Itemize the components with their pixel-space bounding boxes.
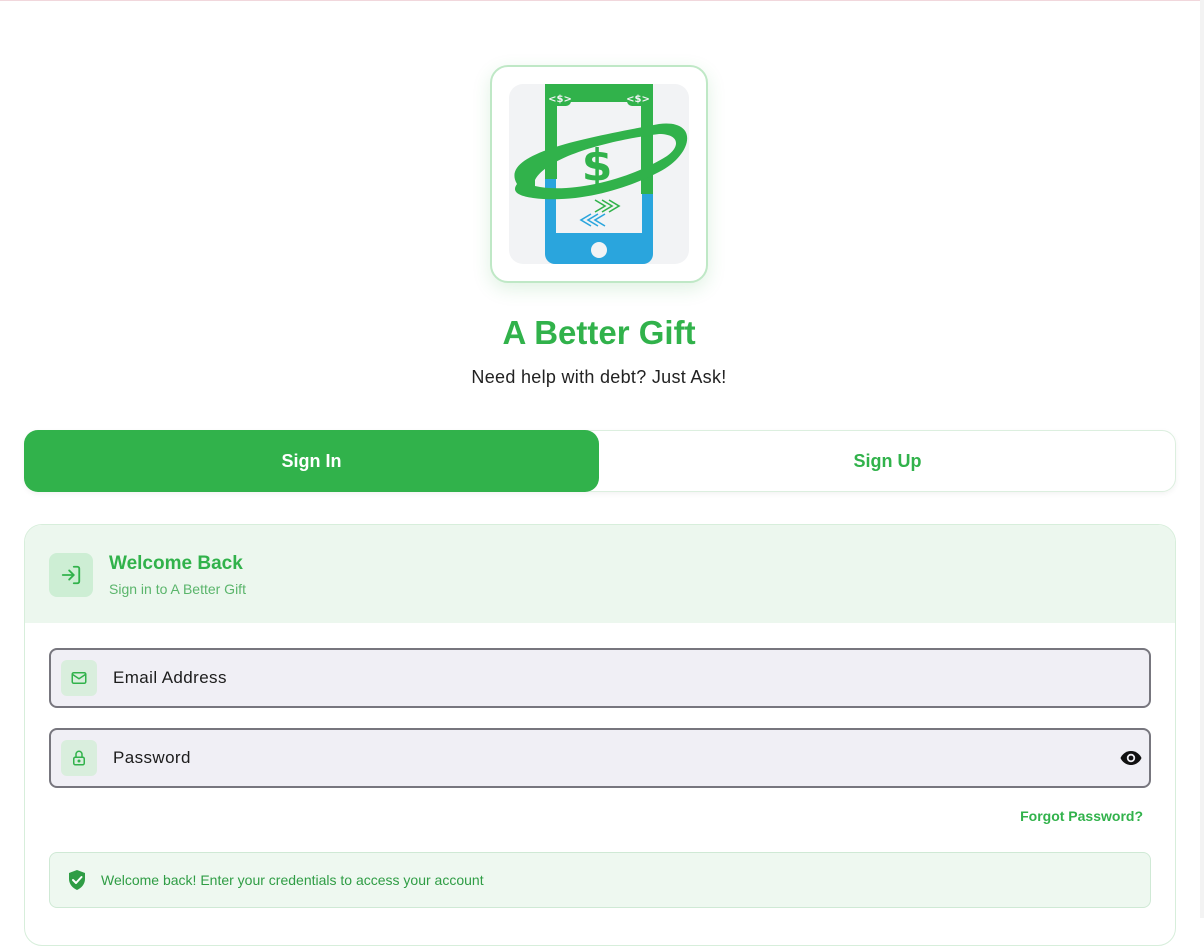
app-tagline: Need help with debt? Just Ask!	[471, 367, 727, 387]
lock-icon	[61, 740, 97, 776]
login-icon	[49, 553, 93, 597]
email-input[interactable]	[113, 650, 1073, 706]
info-text: Welcome back! Enter your credentials to …	[101, 872, 484, 888]
password-input[interactable]	[113, 730, 1073, 786]
email-field	[49, 648, 1151, 708]
password-field	[49, 728, 1151, 788]
mail-icon	[61, 660, 97, 696]
eye-icon[interactable]	[1119, 746, 1143, 770]
app-logo-card: <$> <$> $	[490, 65, 708, 283]
card-subtitle: Sign in to A Better Gift	[109, 581, 246, 597]
phone-money-logo-icon: <$> <$> $	[514, 84, 688, 264]
top-border	[0, 0, 1204, 1]
shield-check-icon	[69, 870, 85, 890]
svg-text:<$>: <$>	[626, 94, 650, 105]
svg-text:<$>: <$>	[548, 94, 572, 105]
app-logo: <$> <$> $	[509, 84, 689, 264]
app-title: A Better Gift	[502, 314, 696, 351]
sign-in-card: Welcome Back Sign in to A Better Gift Em…	[24, 524, 1176, 946]
card-title: Welcome Back	[109, 553, 243, 574]
info-message: Welcome back! Enter your credentials to …	[49, 852, 1151, 908]
scrollbar[interactable]	[1200, 0, 1204, 918]
forgot-password-link[interactable]: Forgot Password?	[1020, 808, 1143, 824]
card-header: Welcome Back Sign in to A Better Gift	[25, 525, 1175, 623]
tab-sign-up[interactable]: Sign Up	[600, 430, 1175, 492]
auth-tabs: Sign In Sign Up	[24, 430, 1176, 492]
tab-sign-in[interactable]: Sign In	[24, 430, 599, 492]
